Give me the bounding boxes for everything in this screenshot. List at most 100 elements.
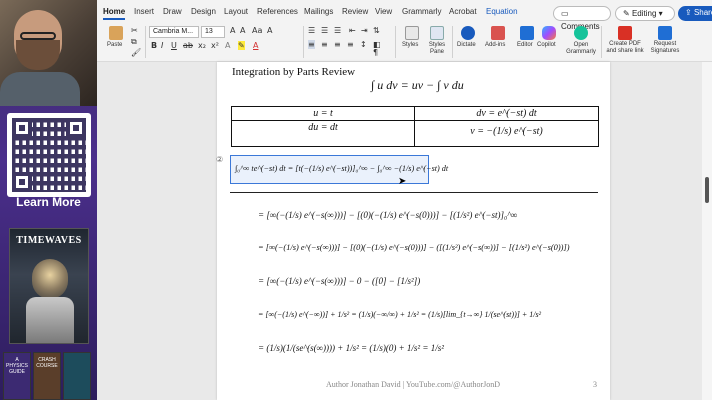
signature-icon xyxy=(658,26,672,40)
table-cell-u: u = t xyxy=(313,108,333,119)
table-cell-v: v = −(1/s) e^(−st) xyxy=(470,126,543,137)
screen: Learn More TIMEWAVES A PHYSICS GUIDE CRA… xyxy=(0,0,712,400)
table-cell-du: du = dt xyxy=(308,122,338,133)
grow-font-icon[interactable]: A xyxy=(230,26,235,35)
create-pdf-button[interactable]: Create PDF and share link xyxy=(604,24,646,60)
addins-button[interactable]: Add-ins xyxy=(484,24,512,60)
learn-more-label: Learn More xyxy=(16,195,81,209)
increase-indent-icon[interactable]: ⇥ xyxy=(361,26,368,35)
highlight-icon[interactable]: ✎ xyxy=(238,41,245,50)
font-size-select[interactable]: 13 xyxy=(201,26,225,38)
tab-acrobat[interactable]: Acrobat xyxy=(449,7,477,16)
numbering-icon[interactable]: ☰ xyxy=(321,26,328,35)
ribbon: Home Insert Draw Design Layout Reference… xyxy=(97,0,712,62)
tab-review[interactable]: Review xyxy=(342,7,368,16)
mini-book xyxy=(63,352,91,400)
tab-home[interactable]: Home xyxy=(103,7,126,20)
styles-icon xyxy=(405,26,419,40)
clipboard-icon xyxy=(109,26,123,40)
dictate-button[interactable]: Dictate xyxy=(455,24,481,60)
grammarly-icon xyxy=(574,26,588,40)
strikethrough-icon[interactable]: ab xyxy=(183,41,193,50)
styles-pane-icon xyxy=(430,26,444,40)
align-right-icon[interactable]: ≡ xyxy=(334,40,341,49)
decrease-indent-icon[interactable]: ⇤ xyxy=(349,26,356,35)
horizontal-rule xyxy=(230,192,598,193)
italic-icon[interactable]: I xyxy=(161,41,163,50)
underline-icon[interactable]: U xyxy=(171,41,177,50)
tab-design[interactable]: Design xyxy=(191,7,216,16)
copilot-icon xyxy=(542,26,556,40)
selected-equation: ∫₀^∞ te^(−st) dt = [t(−(1/s) e^(−st))]₀^… xyxy=(235,164,449,173)
editor-icon xyxy=(520,26,534,40)
tab-grammarly[interactable]: Grammarly xyxy=(402,7,442,16)
tab-view[interactable]: View xyxy=(375,7,392,16)
table-cell-dv: dv = e^(−st) dt xyxy=(476,108,537,119)
scrollbar-thumb[interactable] xyxy=(705,177,709,203)
request-signatures-button[interactable]: Request Signatures xyxy=(647,24,683,60)
tab-draw[interactable]: Draw xyxy=(163,7,182,16)
tab-mailings[interactable]: Mailings xyxy=(304,7,333,16)
by-parts-formula: ∫ u dv = uv − ∫ v du xyxy=(371,78,464,92)
equation-number: ② xyxy=(216,155,224,164)
subscript-icon[interactable]: x₂ xyxy=(198,41,206,50)
mini-book: CRASH COURSE xyxy=(33,352,61,400)
copilot-button[interactable]: Copilot xyxy=(536,24,562,60)
book-cover: TIMEWAVES xyxy=(9,228,89,344)
pencil-icon: ✎ xyxy=(623,9,632,18)
document-heading: Integration by Parts Review xyxy=(232,66,356,78)
microphone-icon xyxy=(461,26,475,40)
addins-icon xyxy=(491,26,505,40)
tab-layout[interactable]: Layout xyxy=(224,7,248,16)
change-case-icon[interactable]: Aa xyxy=(252,26,262,35)
chevron-down-icon: ▾ xyxy=(656,9,663,18)
pilcrow-icon[interactable]: ¶ xyxy=(373,48,378,57)
copy-icon[interactable]: ⧉ xyxy=(131,37,137,47)
paste-group[interactable]: Paste xyxy=(103,24,133,60)
cut-icon[interactable]: ✂ xyxy=(131,26,138,35)
font-name-select[interactable]: Cambria M... xyxy=(149,26,199,38)
page-footer: Author Jonathan David | YouTube.com/@Aut… xyxy=(326,380,501,389)
sort-icon[interactable]: ⇅ xyxy=(373,26,380,35)
tab-references[interactable]: References xyxy=(257,7,298,16)
open-grammarly-button[interactable]: Open Grammarly xyxy=(565,24,597,60)
multilevel-list-icon[interactable]: ☰ xyxy=(334,26,341,35)
step-line: = [∞(−(1/s) e^(−s(∞)))] − [(0)(−(1/s) e^… xyxy=(258,210,518,220)
format-painter-icon[interactable]: 🖌 xyxy=(131,48,141,57)
step-line: = [∞(−(1/s) e^(−s(∞)))] − 0 − ([0] − [1/… xyxy=(258,276,421,286)
step-line: = [∞(−(1/s) e^(−∞))] + 1/s² = (1/s)(−∞/∞… xyxy=(258,310,541,319)
bullets-icon[interactable]: ☰ xyxy=(308,26,315,35)
vertical-scrollbar[interactable] xyxy=(702,62,712,400)
video-sidebar: Learn More TIMEWAVES A PHYSICS GUIDE CRA… xyxy=(0,0,97,400)
pdf-icon xyxy=(618,26,632,40)
mouse-cursor-icon: ➤ xyxy=(398,176,407,187)
tab-insert[interactable]: Insert xyxy=(134,7,154,16)
justify-icon[interactable]: ≡ xyxy=(347,40,354,49)
paste-label: Paste xyxy=(107,42,123,48)
clear-format-icon[interactable]: A xyxy=(267,26,272,35)
book-title: TIMEWAVES xyxy=(16,235,82,246)
step-line: = (1/s)(1/(se^(s(∞)))) + 1/s² = (1/s)(0)… xyxy=(258,343,444,353)
comment-icon: ▭ xyxy=(561,9,569,18)
font-color-icon[interactable]: A xyxy=(253,41,258,50)
styles-pane-button[interactable]: Styles Pane xyxy=(425,24,449,60)
step-line: = [∞(−(1/s) e^(−s(∞)))] − [(0)(−(1/s) e^… xyxy=(258,243,570,252)
qr-code xyxy=(7,113,91,197)
mini-books: A PHYSICS GUIDE CRASH COURSE xyxy=(3,352,97,400)
editing-button[interactable]: ✎ Editing ▾ xyxy=(615,6,675,21)
tab-equation[interactable]: Equation xyxy=(486,7,518,16)
webcam-feed xyxy=(0,0,97,106)
text-effects-icon[interactable]: A xyxy=(225,41,230,50)
mini-book: A PHYSICS GUIDE xyxy=(3,352,31,400)
align-left-icon[interactable]: ≡ xyxy=(308,40,315,49)
superscript-icon[interactable]: x² xyxy=(211,41,219,50)
page-number: 3 xyxy=(593,380,597,389)
shrink-font-icon[interactable]: A xyxy=(240,26,245,35)
styles-button[interactable]: Styles xyxy=(399,24,425,60)
comments-button[interactable]: ▭ Comments xyxy=(553,6,611,31)
line-spacing-icon[interactable]: ↕ xyxy=(360,40,367,49)
share-button[interactable]: ⇪ Share xyxy=(678,6,712,21)
share-icon: ⇪ xyxy=(685,8,694,17)
align-center-icon[interactable]: ≡ xyxy=(321,40,328,49)
bold-icon[interactable]: B xyxy=(151,41,157,50)
